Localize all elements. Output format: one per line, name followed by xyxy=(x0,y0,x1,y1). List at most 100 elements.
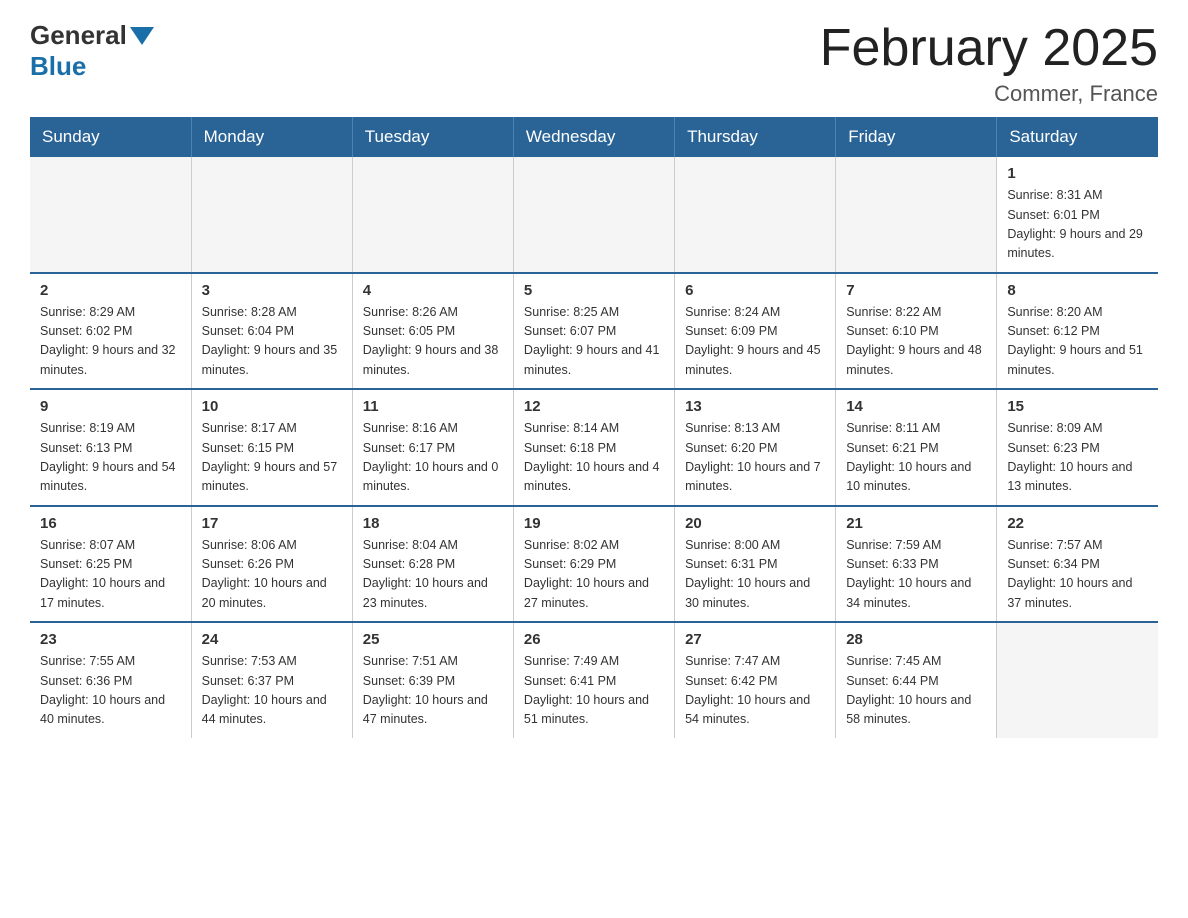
calendar-cell xyxy=(191,157,352,273)
calendar-week-row: 23 Sunrise: 7:55 AM Sunset: 6:36 PM Dayli… xyxy=(30,622,1158,738)
day-info: Sunrise: 8:24 AM Sunset: 6:09 PM Dayligh… xyxy=(685,303,825,381)
day-number: 6 xyxy=(685,282,825,299)
day-info: Sunrise: 8:07 AM Sunset: 6:25 PM Dayligh… xyxy=(40,536,181,614)
day-number: 23 xyxy=(40,631,181,648)
day-number: 20 xyxy=(685,515,825,532)
calendar-cell xyxy=(513,157,674,273)
logo-blue-text: Blue xyxy=(30,51,86,82)
day-number: 13 xyxy=(685,398,825,415)
day-number: 10 xyxy=(202,398,342,415)
day-info: Sunrise: 8:04 AM Sunset: 6:28 PM Dayligh… xyxy=(363,536,503,614)
logo-general-text: General xyxy=(30,20,127,51)
calendar-cell xyxy=(997,622,1158,738)
day-number: 4 xyxy=(363,282,503,299)
day-info: Sunrise: 8:29 AM Sunset: 6:02 PM Dayligh… xyxy=(40,303,181,381)
day-info: Sunrise: 7:55 AM Sunset: 6:36 PM Dayligh… xyxy=(40,652,181,730)
calendar-cell: 18 Sunrise: 8:04 AM Sunset: 6:28 PM Dayli… xyxy=(352,506,513,623)
calendar-cell: 5 Sunrise: 8:25 AM Sunset: 6:07 PM Daylig… xyxy=(513,273,674,390)
calendar-cell: 8Sunrise: 8:20 AM Sunset: 6:12 PM Daylig… xyxy=(997,273,1158,390)
day-info: Sunrise: 8:11 AM Sunset: 6:21 PM Dayligh… xyxy=(846,419,986,497)
day-number: 19 xyxy=(524,515,664,532)
day-number: 27 xyxy=(685,631,825,648)
day-info: Sunrise: 7:57 AM Sunset: 6:34 PM Dayligh… xyxy=(1007,536,1148,614)
day-info: Sunrise: 7:45 AM Sunset: 6:44 PM Dayligh… xyxy=(846,652,986,730)
day-info: Sunrise: 8:00 AM Sunset: 6:31 PM Dayligh… xyxy=(685,536,825,614)
day-info: Sunrise: 8:16 AM Sunset: 6:17 PM Dayligh… xyxy=(363,419,503,497)
day-number: 12 xyxy=(524,398,664,415)
day-number: 25 xyxy=(363,631,503,648)
weekday-header-friday: Friday xyxy=(836,117,997,157)
calendar-cell: 3 Sunrise: 8:28 AM Sunset: 6:04 PM Daylig… xyxy=(191,273,352,390)
calendar-cell: 14 Sunrise: 8:11 AM Sunset: 6:21 PM Dayli… xyxy=(836,389,997,506)
weekday-header-sunday: Sunday xyxy=(30,117,191,157)
calendar-cell: 2 Sunrise: 8:29 AM Sunset: 6:02 PM Daylig… xyxy=(30,273,191,390)
page-title: February 2025 xyxy=(820,20,1158,77)
day-info: Sunrise: 8:17 AM Sunset: 6:15 PM Dayligh… xyxy=(202,419,342,497)
calendar-cell: 28 Sunrise: 7:45 AM Sunset: 6:44 PM Dayli… xyxy=(836,622,997,738)
calendar-cell: 9Sunrise: 8:19 AM Sunset: 6:13 PM Daylig… xyxy=(30,389,191,506)
calendar-cell: 21Sunrise: 7:59 AM Sunset: 6:33 PM Dayli… xyxy=(836,506,997,623)
calendar-cell: 23 Sunrise: 7:55 AM Sunset: 6:36 PM Dayli… xyxy=(30,622,191,738)
day-info: Sunrise: 7:49 AM Sunset: 6:41 PM Dayligh… xyxy=(524,652,664,730)
day-number: 26 xyxy=(524,631,664,648)
day-info: Sunrise: 8:22 AM Sunset: 6:10 PM Dayligh… xyxy=(846,303,986,381)
calendar-cell: 6 Sunrise: 8:24 AM Sunset: 6:09 PM Daylig… xyxy=(675,273,836,390)
day-info: Sunrise: 8:26 AM Sunset: 6:05 PM Dayligh… xyxy=(363,303,503,381)
day-number: 15 xyxy=(1007,398,1148,415)
calendar-week-row: 16 Sunrise: 8:07 AM Sunset: 6:25 PM Dayli… xyxy=(30,506,1158,623)
location-subtitle: Commer, France xyxy=(820,81,1158,107)
day-info: Sunrise: 8:02 AM Sunset: 6:29 PM Dayligh… xyxy=(524,536,664,614)
calendar-week-row: 9Sunrise: 8:19 AM Sunset: 6:13 PM Daylig… xyxy=(30,389,1158,506)
day-number: 17 xyxy=(202,515,342,532)
day-number: 16 xyxy=(40,515,181,532)
calendar-cell: 11Sunrise: 8:16 AM Sunset: 6:17 PM Dayli… xyxy=(352,389,513,506)
day-info: Sunrise: 7:47 AM Sunset: 6:42 PM Dayligh… xyxy=(685,652,825,730)
day-info: Sunrise: 8:28 AM Sunset: 6:04 PM Dayligh… xyxy=(202,303,342,381)
calendar-cell xyxy=(30,157,191,273)
calendar-cell: 15 Sunrise: 8:09 AM Sunset: 6:23 PM Dayli… xyxy=(997,389,1158,506)
day-info: Sunrise: 8:31 AM Sunset: 6:01 PM Dayligh… xyxy=(1007,186,1148,264)
calendar-week-row: 1 Sunrise: 8:31 AM Sunset: 6:01 PM Daylig… xyxy=(30,157,1158,273)
calendar-cell: 19 Sunrise: 8:02 AM Sunset: 6:29 PM Dayli… xyxy=(513,506,674,623)
day-number: 7 xyxy=(846,282,986,299)
calendar-cell: 7 Sunrise: 8:22 AM Sunset: 6:10 PM Daylig… xyxy=(836,273,997,390)
day-info: Sunrise: 8:09 AM Sunset: 6:23 PM Dayligh… xyxy=(1007,419,1148,497)
calendar-cell xyxy=(836,157,997,273)
day-number: 21 xyxy=(846,515,986,532)
day-info: Sunrise: 7:53 AM Sunset: 6:37 PM Dayligh… xyxy=(202,652,342,730)
day-number: 3 xyxy=(202,282,342,299)
day-info: Sunrise: 8:14 AM Sunset: 6:18 PM Dayligh… xyxy=(524,419,664,497)
day-number: 2 xyxy=(40,282,181,299)
calendar-cell xyxy=(675,157,836,273)
logo: General Blue xyxy=(30,20,157,82)
calendar-table: SundayMondayTuesdayWednesdayThursdayFrid… xyxy=(30,117,1158,738)
calendar-cell xyxy=(352,157,513,273)
day-number: 28 xyxy=(846,631,986,648)
day-number: 1 xyxy=(1007,165,1148,182)
day-info: Sunrise: 8:19 AM Sunset: 6:13 PM Dayligh… xyxy=(40,419,181,497)
day-number: 8 xyxy=(1007,282,1148,299)
day-number: 24 xyxy=(202,631,342,648)
weekday-header-tuesday: Tuesday xyxy=(352,117,513,157)
calendar-cell: 26 Sunrise: 7:49 AM Sunset: 6:41 PM Dayli… xyxy=(513,622,674,738)
calendar-cell: 25Sunrise: 7:51 AM Sunset: 6:39 PM Dayli… xyxy=(352,622,513,738)
day-number: 18 xyxy=(363,515,503,532)
weekday-header-wednesday: Wednesday xyxy=(513,117,674,157)
weekday-header-thursday: Thursday xyxy=(675,117,836,157)
weekday-header-row: SundayMondayTuesdayWednesdayThursdayFrid… xyxy=(30,117,1158,157)
calendar-cell: 27 Sunrise: 7:47 AM Sunset: 6:42 PM Dayli… xyxy=(675,622,836,738)
page-header: General Blue February 2025 Commer, Franc… xyxy=(30,20,1158,107)
weekday-header-saturday: Saturday xyxy=(997,117,1158,157)
day-number: 14 xyxy=(846,398,986,415)
calendar-cell: 12 Sunrise: 8:14 AM Sunset: 6:18 PM Dayli… xyxy=(513,389,674,506)
calendar-cell: 20 Sunrise: 8:00 AM Sunset: 6:31 PM Dayli… xyxy=(675,506,836,623)
logo-triangle-icon xyxy=(130,27,154,45)
day-info: Sunrise: 8:06 AM Sunset: 6:26 PM Dayligh… xyxy=(202,536,342,614)
day-number: 5 xyxy=(524,282,664,299)
title-area: February 2025 Commer, France xyxy=(820,20,1158,107)
calendar-cell: 16 Sunrise: 8:07 AM Sunset: 6:25 PM Dayli… xyxy=(30,506,191,623)
day-info: Sunrise: 8:13 AM Sunset: 6:20 PM Dayligh… xyxy=(685,419,825,497)
calendar-cell: 13 Sunrise: 8:13 AM Sunset: 6:20 PM Dayli… xyxy=(675,389,836,506)
day-number: 22 xyxy=(1007,515,1148,532)
day-info: Sunrise: 8:25 AM Sunset: 6:07 PM Dayligh… xyxy=(524,303,664,381)
